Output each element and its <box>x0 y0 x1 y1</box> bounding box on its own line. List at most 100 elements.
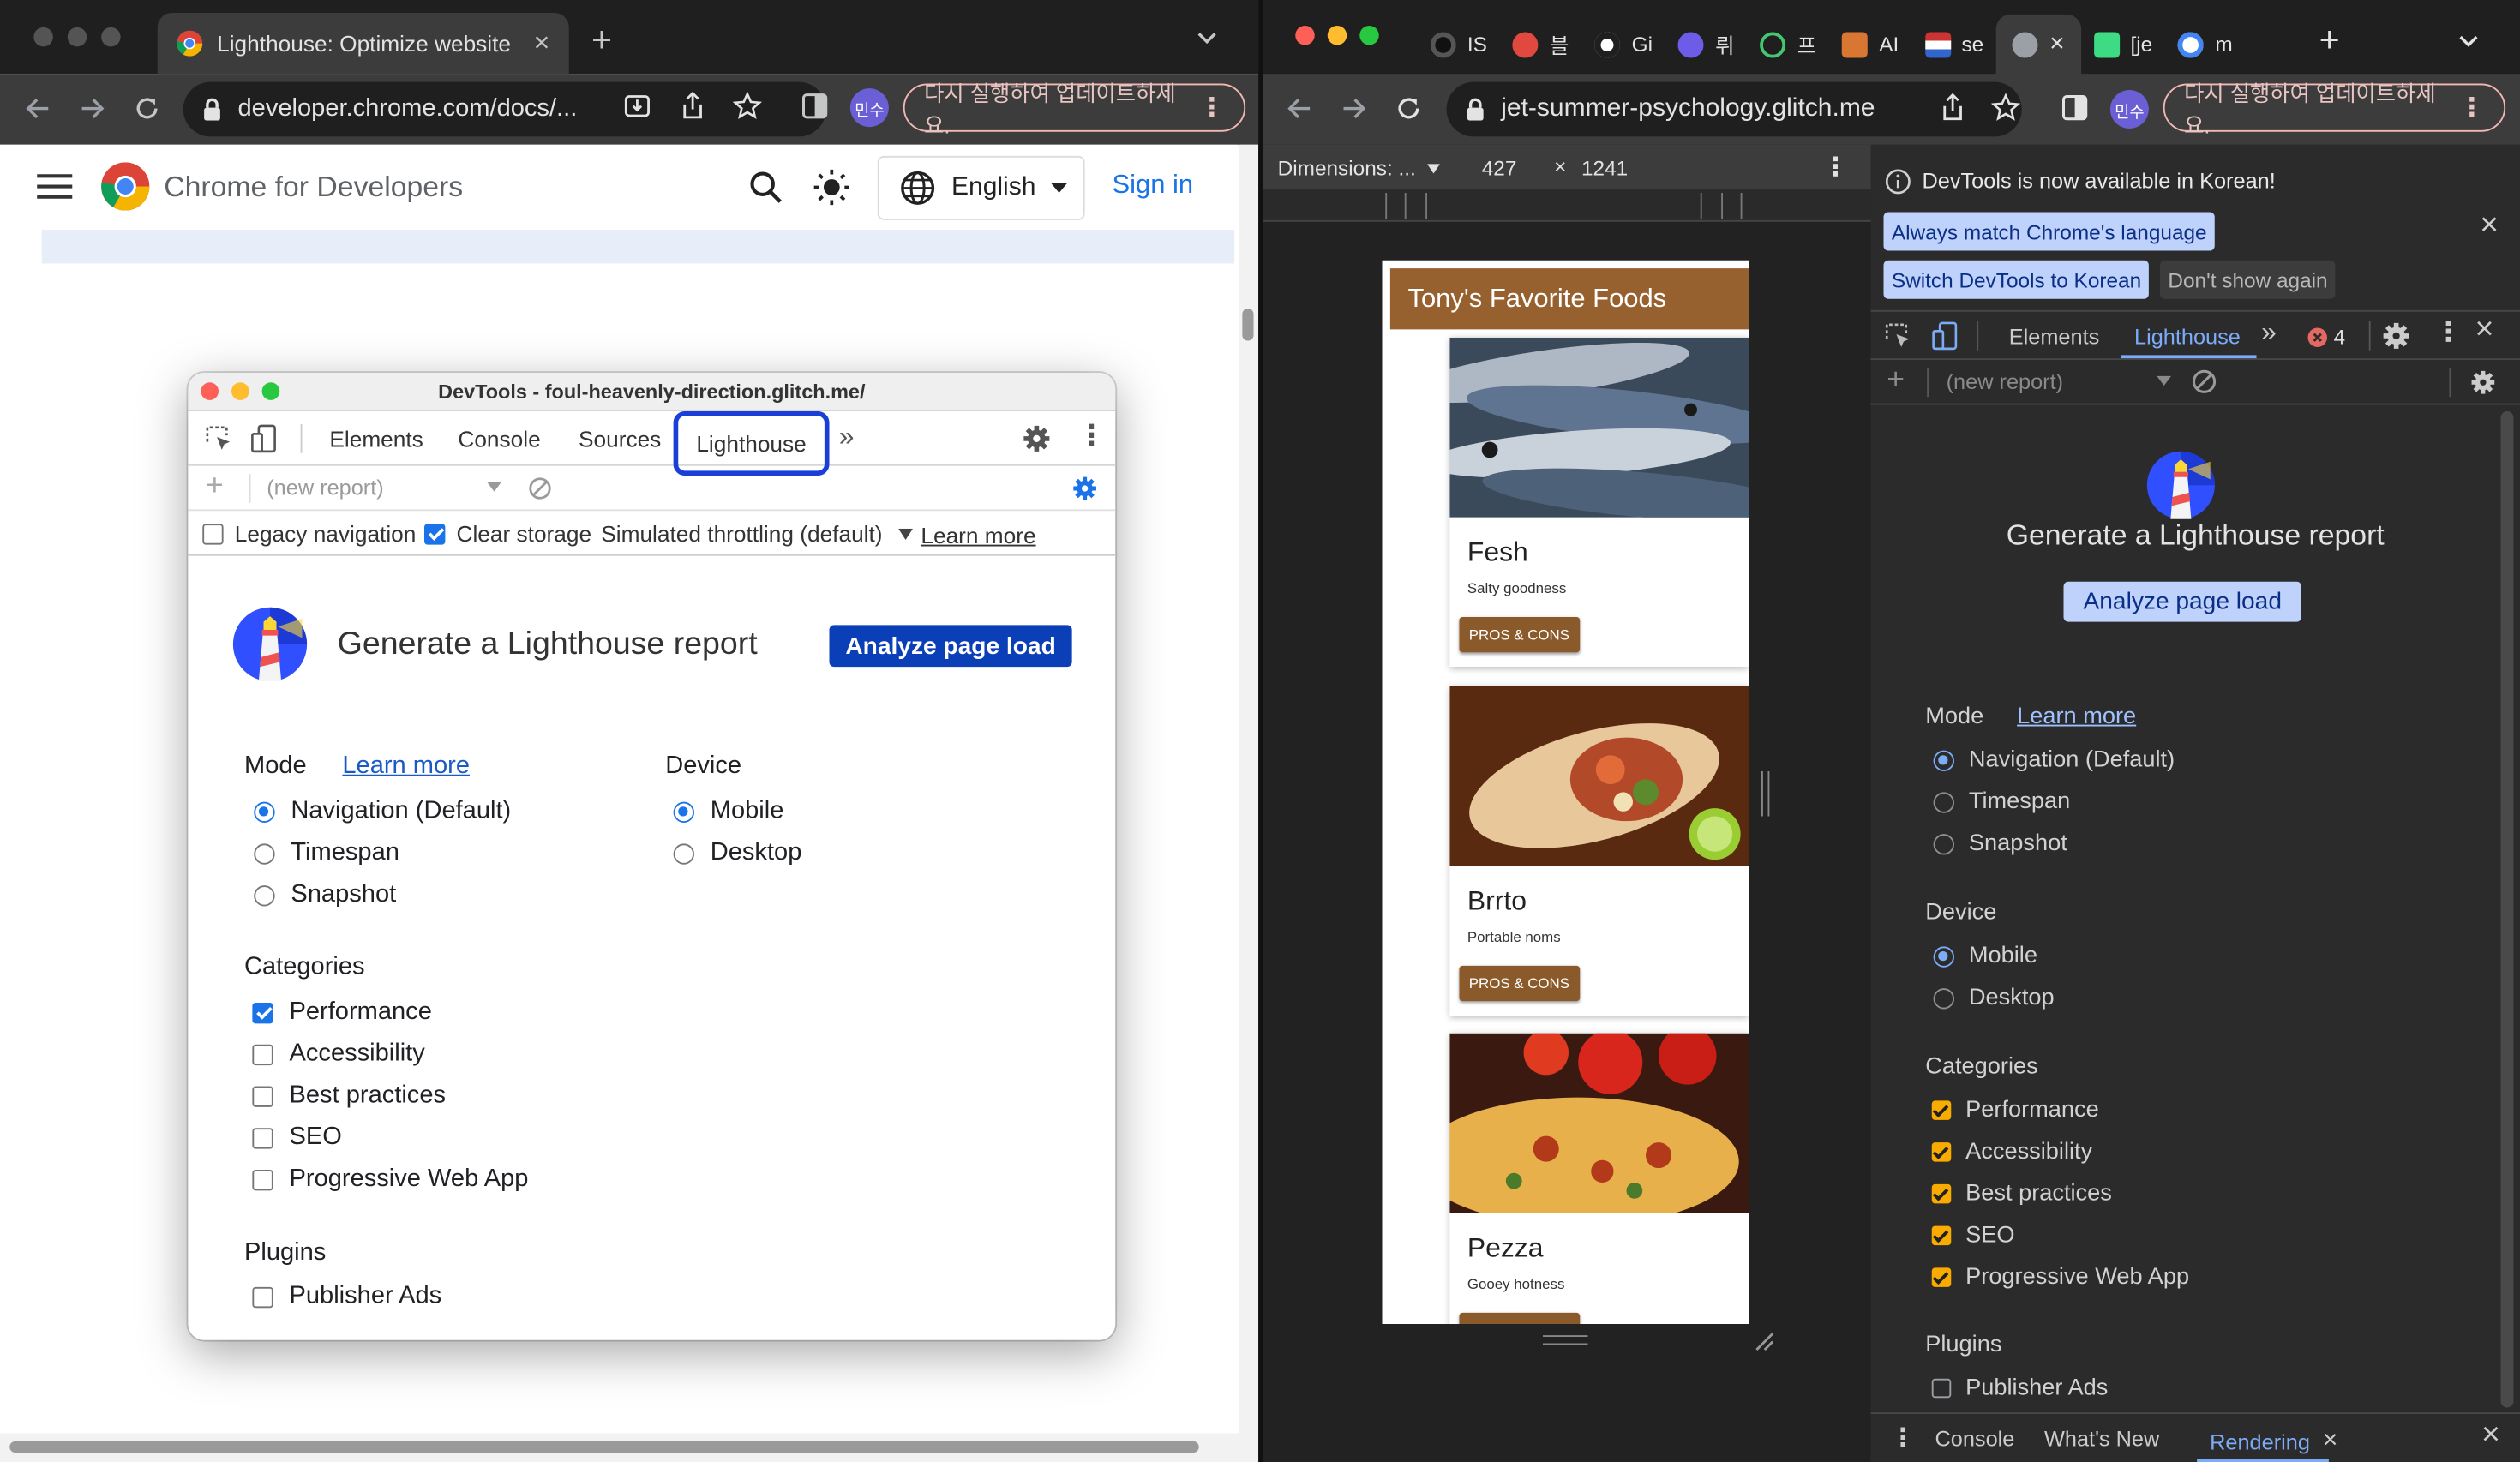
category-best-practices-option[interactable]: Best practices <box>1931 1181 2112 1207</box>
mobile-radio[interactable] <box>673 800 694 823</box>
navigation-radio[interactable] <box>1933 749 1954 771</box>
devtools-menu-icon[interactable]: ⋮ <box>2435 316 2463 349</box>
best-practices-checkbox[interactable] <box>252 1085 273 1106</box>
mode-timespan-option[interactable]: Timespan <box>254 839 399 868</box>
analyze-page-load-button[interactable]: Analyze page load <box>2063 581 2301 622</box>
performance-checkbox[interactable] <box>252 1002 273 1023</box>
tab-8-active[interactable]: × <box>1996 14 2081 75</box>
switch-to-korean-button[interactable]: Switch DevTools to Korean <box>1883 260 2150 299</box>
vertical-scrollbar[interactable] <box>1239 144 1259 1462</box>
theme-toggle-icon[interactable] <box>813 169 850 206</box>
clear-storage-option[interactable]: Clear storage <box>424 521 591 547</box>
device-toolbar-icon[interactable] <box>251 424 277 453</box>
pros-cons-button[interactable]: PROS & CONS <box>1459 965 1580 1002</box>
tab-search-chevron-icon[interactable] <box>1197 33 1217 45</box>
height-input[interactable]: 1241 <box>1581 156 1628 180</box>
update-chrome-button[interactable]: 다시 실행하여 업데이트하세요. ⋮ <box>903 82 1246 138</box>
resize-handle-right[interactable] <box>1761 771 1770 817</box>
device-toolbar-menu-icon[interactable]: ⋮ <box>1822 151 1848 183</box>
close-window-button[interactable] <box>33 27 53 47</box>
side-panel-icon[interactable] <box>2062 95 2088 121</box>
more-menu-icon[interactable]: ⋮ <box>1199 92 1225 124</box>
devtools-menu-icon[interactable]: ⋮ <box>1077 419 1106 452</box>
snapshot-radio[interactable] <box>1933 833 1954 854</box>
zoom-window-button[interactable] <box>1359 26 1379 45</box>
category-seo-option[interactable]: SEO <box>252 1123 342 1153</box>
new-tab-icon[interactable]: + <box>2319 20 2340 62</box>
device-toolbar-icon[interactable] <box>1932 321 1958 351</box>
report-dropdown-icon[interactable] <box>2157 375 2172 386</box>
tab-lighthouse[interactable]: Lighthouse <box>2134 325 2241 349</box>
clear-storage-checkbox[interactable] <box>424 523 446 544</box>
tab-elements[interactable]: Elements <box>2009 325 2100 349</box>
best-practices-checkbox[interactable] <box>1931 1183 1952 1204</box>
minimize-window-button[interactable] <box>1327 26 1347 45</box>
address-bar[interactable]: developer.chrome.com/docs/... <box>183 81 826 137</box>
tab-3[interactable]: Gi <box>1581 17 1665 72</box>
clear-reports-icon[interactable] <box>2193 369 2217 393</box>
update-chrome-button[interactable]: 다시 실행하여 업데이트하세요. ⋮ <box>2163 82 2506 138</box>
category-accessibility-option[interactable]: Accessibility <box>252 1040 425 1069</box>
zoom-window-button[interactable] <box>261 382 280 400</box>
report-selector[interactable]: (new report) <box>267 476 383 500</box>
mode-navigation-option[interactable]: Navigation (Default) <box>254 797 511 826</box>
settings-gear-icon[interactable] <box>2382 321 2411 351</box>
performance-checkbox[interactable] <box>1931 1100 1952 1120</box>
pwa-checkbox[interactable] <box>1931 1267 1952 1287</box>
always-match-language-button[interactable]: Always match Chrome's language <box>1883 212 2216 251</box>
tab-sources[interactable]: Sources <box>579 426 661 452</box>
dimensions-dropdown[interactable]: Dimensions: ... <box>1278 156 1440 180</box>
horizontal-scrollbar[interactable] <box>0 1433 1259 1462</box>
new-report-plus-icon[interactable]: + <box>1887 363 1905 398</box>
options-learn-more-link[interactable]: Learn more <box>921 522 1035 548</box>
accessibility-checkbox[interactable] <box>1931 1142 1952 1162</box>
desktop-radio[interactable] <box>673 842 694 864</box>
legacy-navigation-option[interactable]: Legacy navigation <box>202 521 416 547</box>
pwa-checkbox[interactable] <box>252 1169 273 1190</box>
back-arrow-icon[interactable] <box>24 95 51 123</box>
lock-icon[interactable] <box>1466 98 1485 121</box>
tab-9[interactable]: [je <box>2080 17 2165 72</box>
language-selector[interactable]: English <box>877 155 1085 220</box>
search-icon[interactable] <box>749 171 783 204</box>
timespan-radio[interactable] <box>1933 791 1954 812</box>
reload-icon[interactable] <box>134 95 161 123</box>
mode-learn-more-link[interactable]: Learn more <box>2017 704 2136 729</box>
minimize-window-button[interactable] <box>231 382 249 400</box>
tab-6[interactable]: AI <box>1829 17 1911 72</box>
forward-arrow-icon[interactable] <box>1341 95 1368 123</box>
close-drawer-icon[interactable]: × <box>2481 1417 2500 1454</box>
desktop-radio[interactable] <box>1933 987 1954 1009</box>
category-performance-option[interactable]: Performance <box>252 998 432 1027</box>
device-desktop-option[interactable]: Desktop <box>673 839 801 868</box>
seo-checkbox[interactable] <box>252 1127 273 1148</box>
category-accessibility-option[interactable]: Accessibility <box>1931 1139 2092 1165</box>
mode-learn-more-link[interactable]: Learn more <box>342 752 470 782</box>
accessibility-checkbox[interactable] <box>252 1043 273 1065</box>
hamburger-menu-icon[interactable] <box>37 174 73 200</box>
tab-2[interactable]: 블 <box>1500 17 1582 72</box>
address-bar[interactable]: jet-summer-psychology.glitch.me <box>1446 81 2022 137</box>
publisher-ads-checkbox[interactable] <box>1931 1378 1952 1399</box>
minimize-window-button[interactable] <box>67 27 87 47</box>
tab-10[interactable]: m <box>2165 17 2245 72</box>
profile-avatar[interactable]: 민수 <box>849 88 889 128</box>
bookmark-star-icon[interactable] <box>733 91 762 121</box>
forward-arrow-icon[interactable] <box>79 95 106 123</box>
drawer-tab-console[interactable]: Console <box>1935 1427 2015 1451</box>
category-best-practices-option[interactable]: Best practices <box>252 1082 446 1111</box>
horizontal-scroll-thumb[interactable] <box>9 1441 1199 1453</box>
site-name[interactable]: Chrome for Developers <box>164 171 463 204</box>
plugin-publisher-ads-option[interactable]: Publisher Ads <box>252 1282 441 1311</box>
plugin-publisher-ads-option[interactable]: Publisher Ads <box>1931 1375 2108 1401</box>
snapshot-radio[interactable] <box>254 884 275 906</box>
active-tab[interactable]: Lighthouse: Optimize website × <box>157 13 569 75</box>
more-tabs-icon[interactable]: » <box>839 421 855 453</box>
tab-5[interactable]: 프 <box>1748 17 1830 72</box>
reload-icon[interactable] <box>1395 95 1423 123</box>
error-counter[interactable]: 4 <box>2307 325 2345 349</box>
inspect-element-icon[interactable] <box>1885 323 1911 349</box>
back-arrow-icon[interactable] <box>1286 95 1313 123</box>
mobile-radio[interactable] <box>1933 945 1954 967</box>
more-tabs-icon[interactable]: » <box>2261 316 2277 349</box>
